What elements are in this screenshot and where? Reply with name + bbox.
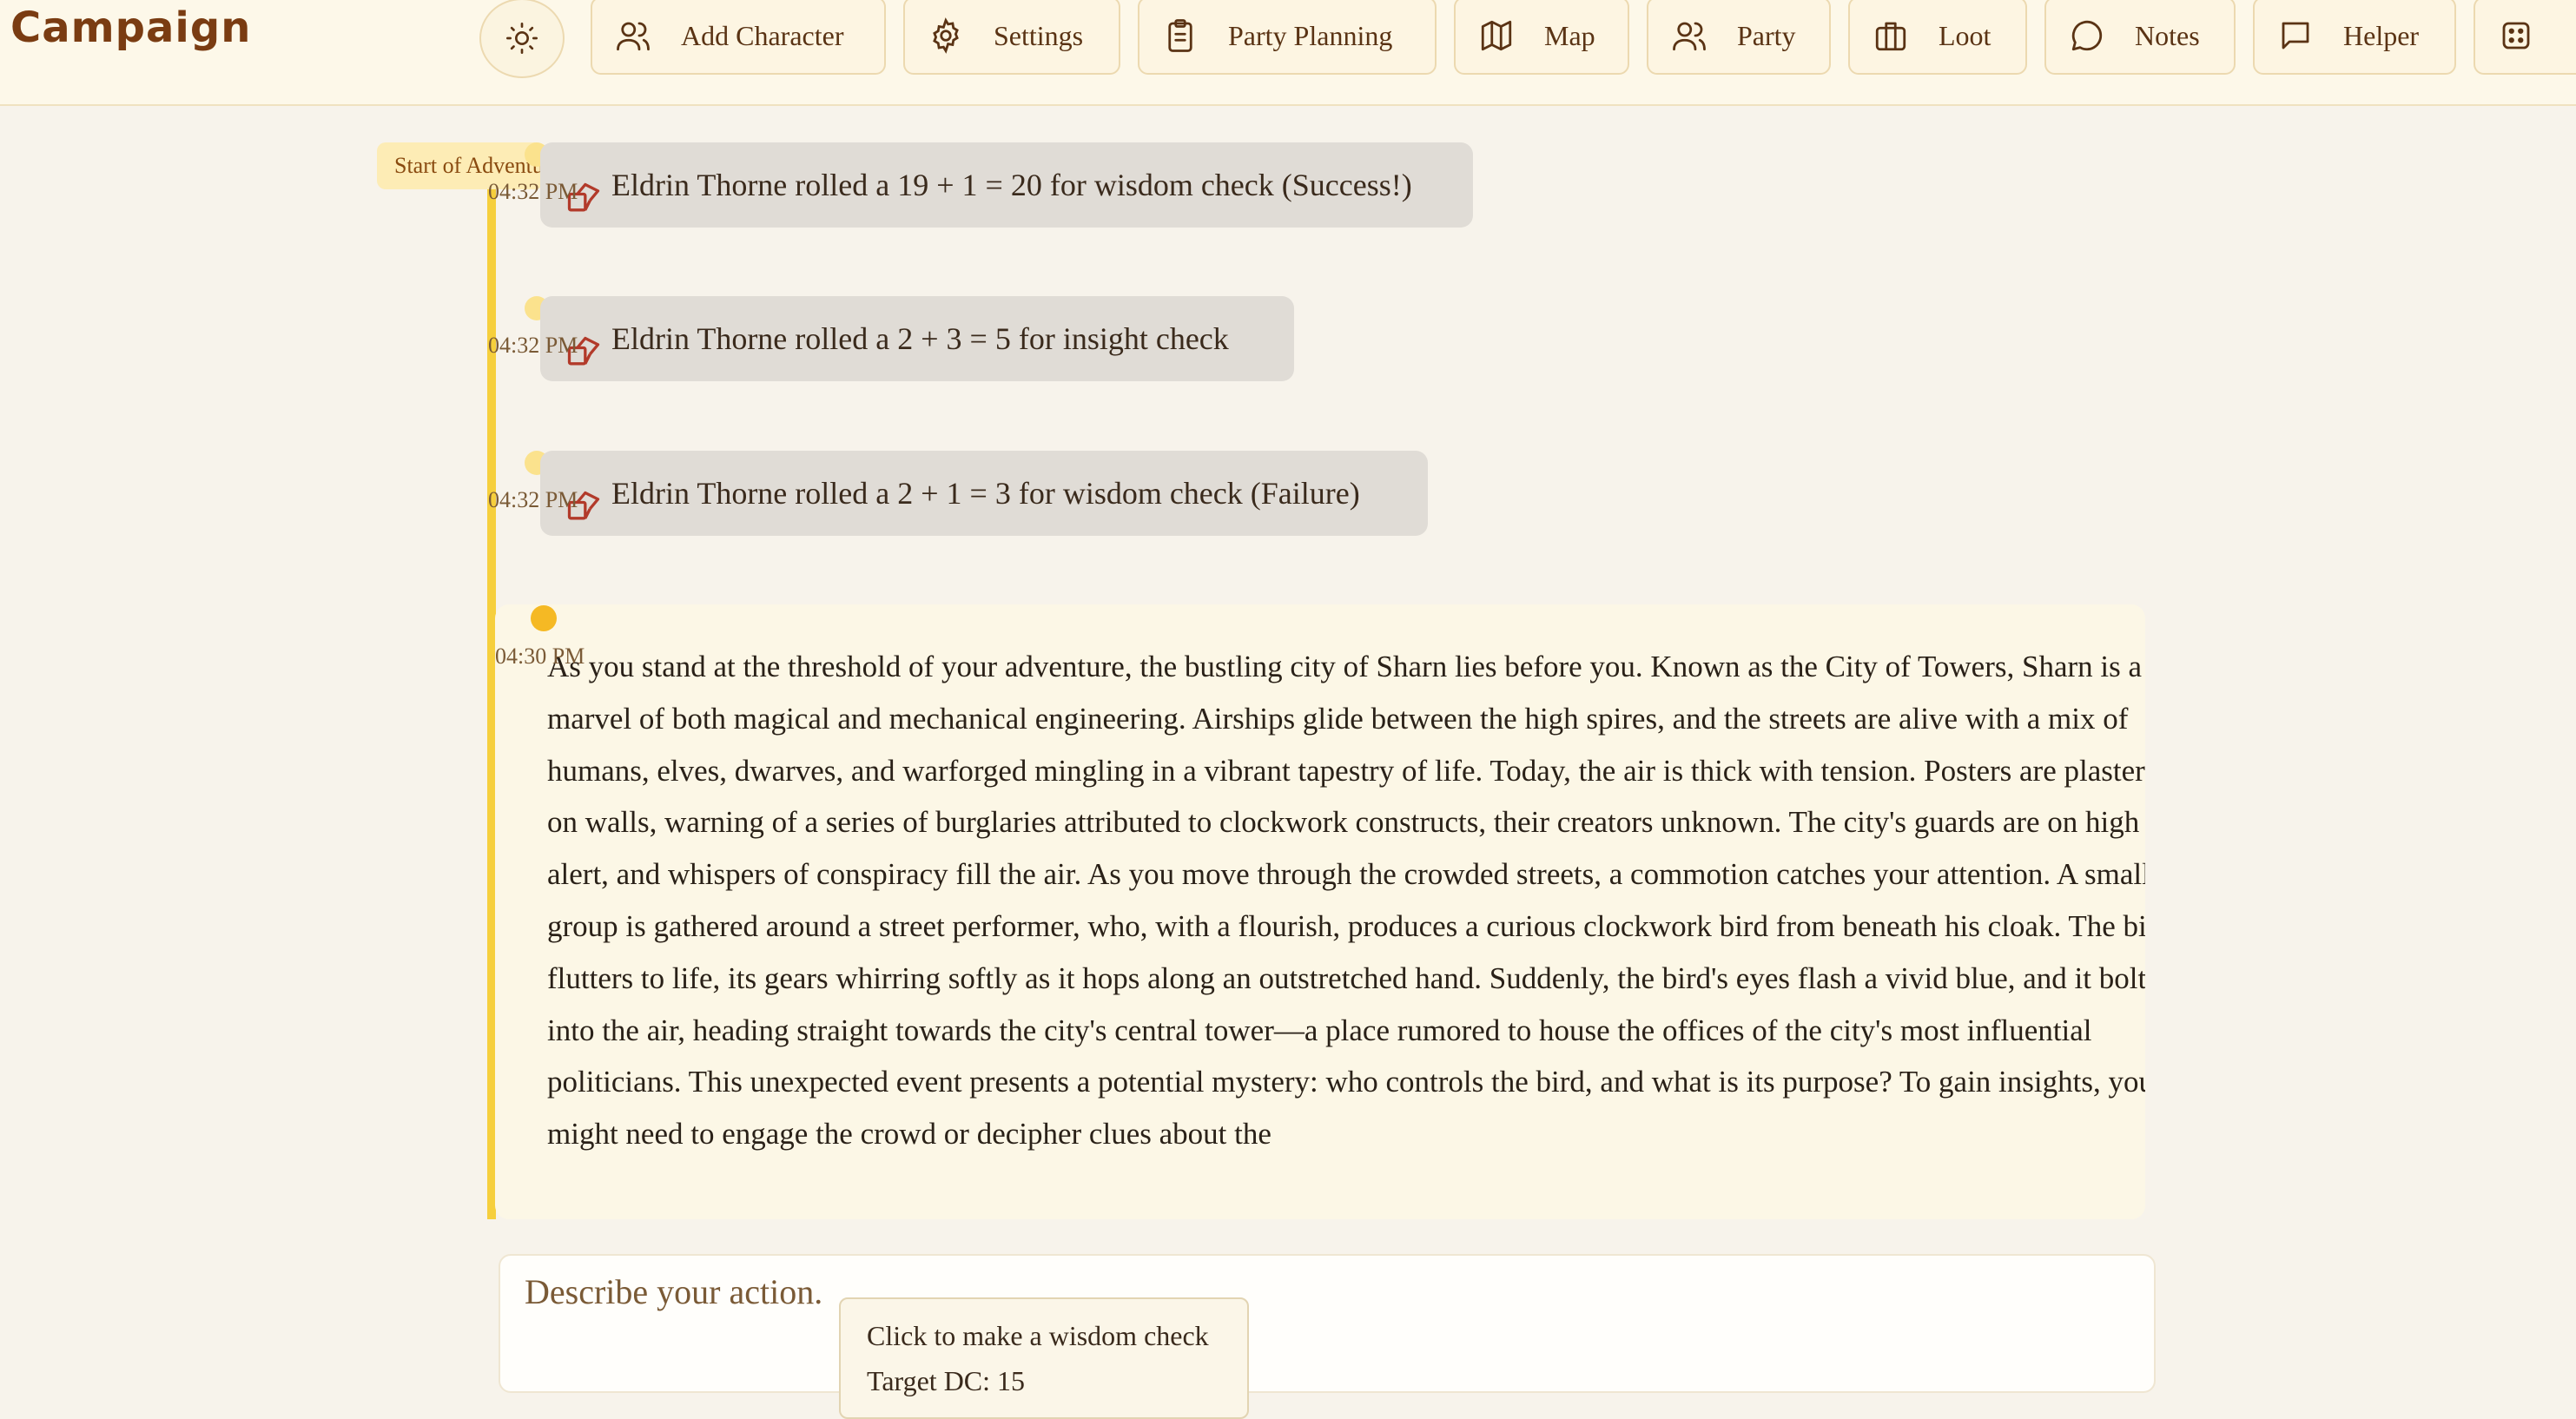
party-button[interactable]: Party: [1647, 0, 1831, 75]
loot-button[interactable]: Loot: [1848, 0, 2027, 75]
narrative-text: As you stand at the threshold of your ad…: [547, 650, 2145, 1152]
gear-icon: [928, 17, 964, 54]
map-label: Map: [1544, 19, 1595, 51]
helper-label: Helper: [2343, 19, 2420, 51]
top-toolbar: Campaign Add Character Settings Party Pl…: [0, 0, 2576, 106]
narrative-timestamp: 04:30 PM: [495, 644, 585, 669]
dice-icon: [2498, 17, 2534, 54]
notes-button[interactable]: Notes: [2044, 0, 2236, 75]
roll-timestamp: 04:32 PM: [488, 487, 578, 512]
helper-button[interactable]: Helper: [2253, 0, 2456, 75]
settings-button[interactable]: Settings: [903, 0, 1120, 75]
users-icon: [615, 17, 651, 54]
map-icon: [1478, 17, 1515, 54]
tooltip-line-2: Target DC: 15: [867, 1365, 1026, 1396]
add-character-button[interactable]: Add Character: [591, 0, 886, 75]
wisdom-check-tooltip[interactable]: Click to make a wisdom check Target DC: …: [839, 1297, 1249, 1419]
dice-button[interactable]: [2474, 0, 2576, 75]
settings-label: Settings: [994, 19, 1084, 51]
add-character-label: Add Character: [681, 19, 844, 51]
clipboard-icon: [1162, 17, 1199, 54]
message-square-icon: [2277, 17, 2314, 54]
roll-timestamp: 04:32 PM: [488, 333, 578, 358]
theme-toggle-button[interactable]: [479, 0, 565, 78]
chat-bubble-icon: [2069, 17, 2105, 54]
roll-text: Eldrin Thorne rolled a 2 + 3 = 5 for ins…: [611, 321, 1229, 356]
tooltip-line-1: Click to make a wisdom check: [867, 1320, 1209, 1351]
briefcase-icon: [1873, 17, 1909, 54]
roll-text: Eldrin Thorne rolled a 2 + 1 = 3 for wis…: [611, 476, 1360, 511]
roll-timestamp: 04:32 PM: [488, 179, 578, 204]
users-icon: [1671, 17, 1707, 54]
app-title: Campaign: [10, 3, 252, 52]
party-label: Party: [1737, 19, 1796, 51]
roll-text: Eldrin Thorne rolled a 19 + 1 = 20 for w…: [611, 168, 1412, 202]
timeline-dot-active: [531, 605, 557, 631]
map-button[interactable]: Map: [1454, 0, 1629, 75]
sun-icon: [505, 21, 539, 56]
narrative-message: As you stand at the threshold of your ad…: [495, 604, 2145, 1219]
dice-roll-message: Eldrin Thorne rolled a 2 + 3 = 5 for ins…: [540, 296, 1294, 381]
action-input[interactable]: [499, 1254, 2156, 1393]
dice-roll-message: Eldrin Thorne rolled a 2 + 1 = 3 for wis…: [540, 451, 1428, 536]
dice-roll-message: Eldrin Thorne rolled a 19 + 1 = 20 for w…: [540, 142, 1473, 228]
loot-label: Loot: [1939, 19, 1991, 51]
notes-label: Notes: [2135, 19, 2200, 51]
party-planning-label: Party Planning: [1228, 19, 1393, 51]
party-planning-button[interactable]: Party Planning: [1138, 0, 1437, 75]
